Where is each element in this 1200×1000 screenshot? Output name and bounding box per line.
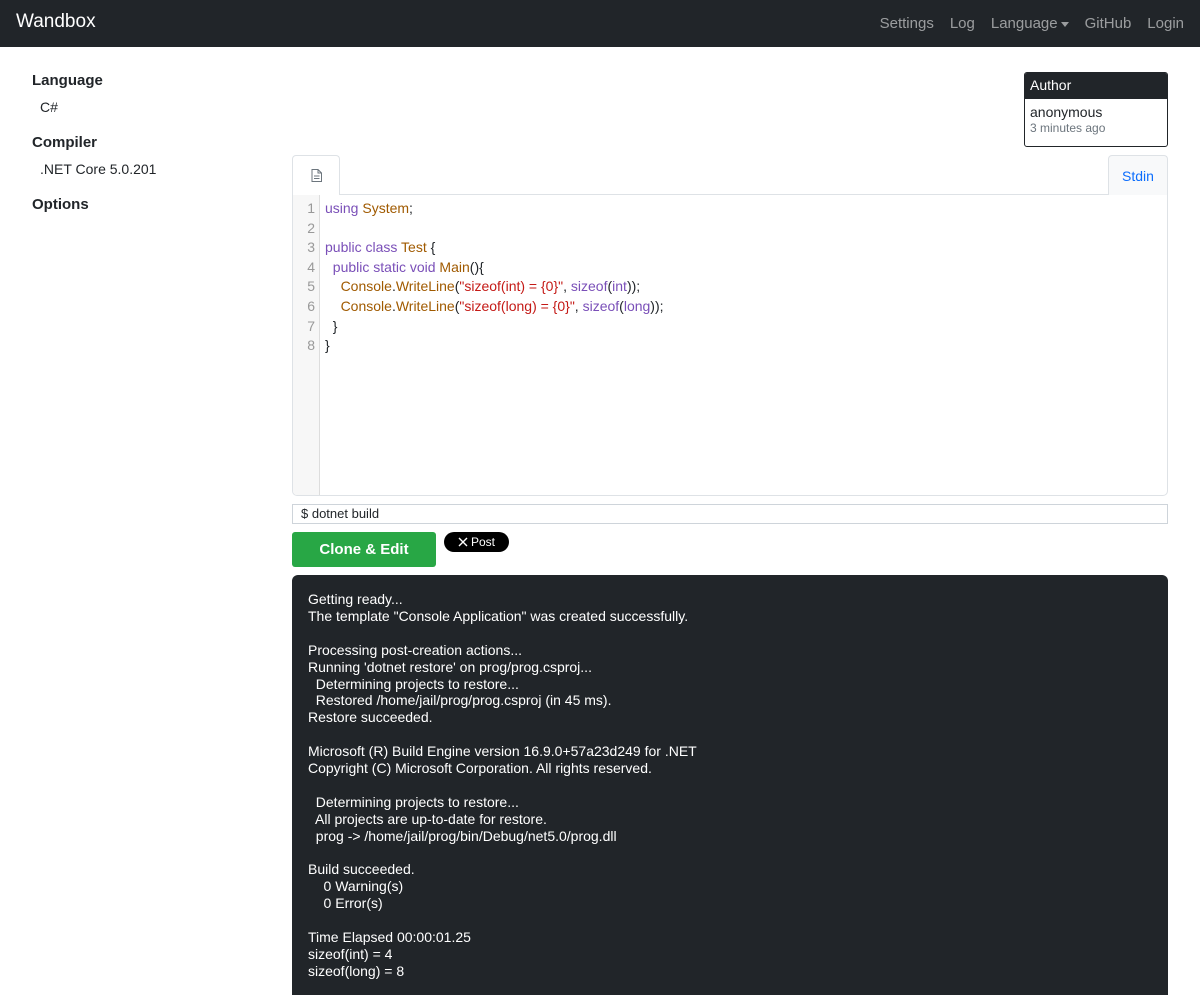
nav-login[interactable]: Login (1139, 15, 1192, 32)
compiler-value[interactable]: .NET Core 5.0.201 (40, 161, 156, 177)
output-line: 0 Warning(s) (308, 878, 404, 895)
output-line: Microsoft (R) Build Engine version 16.9.… (308, 743, 697, 760)
code-editor: Stdin 1 2 3 4 5 6 7 8 using System; publ… (292, 155, 1168, 496)
code-line: Console.WriteLine("sizeof(int) = {0}", s… (340, 278, 641, 294)
output-line: Processing post-creation actions... (308, 641, 522, 658)
tab-stdin[interactable]: Stdin (1108, 155, 1168, 195)
output-line: Getting ready... (308, 591, 403, 607)
line-number: 7 (307, 318, 315, 334)
output-line: Restored /home/jail/prog/prog.csproj (in… (308, 692, 612, 709)
author-card: Author anonymous 3 minutes ago (1024, 72, 1168, 147)
command-line: $ dotnet build (292, 504, 1168, 524)
language-heading: Language (32, 72, 103, 89)
navbar: Wandbox Settings Log Language GitHub Log… (0, 0, 1200, 47)
author-time: 3 minutes ago (1030, 121, 1106, 135)
output-line: 0 Error(s) (308, 895, 383, 912)
output-line: All projects are up-to-date for restore. (308, 810, 547, 827)
output-lines: Getting ready... The template "Console Ap… (308, 591, 1152, 980)
post-button[interactable]: Post (444, 532, 509, 552)
output-line: Determining projects to restore... (308, 793, 519, 810)
code-line: public static void Main(){ (332, 259, 484, 275)
compiler-heading: Compiler (32, 134, 98, 151)
language-value[interactable]: C# (40, 99, 58, 115)
output-line: prog -> /home/jail/prog/bin/Debug/net5.0… (308, 827, 617, 844)
caret-down-icon (1060, 21, 1069, 27)
nav-log[interactable]: Log (942, 15, 983, 32)
author-heading: Author (1025, 73, 1167, 99)
file-icon (311, 169, 322, 182)
nav-language-dropdown[interactable]: Language (983, 15, 1077, 32)
clone-edit-button[interactable]: Clone & Edit (292, 532, 436, 567)
output-line: Running 'dotnet restore' on prog/prog.cs… (308, 658, 592, 675)
output-bottom-edge (292, 995, 1168, 1000)
post-label: Post (470, 535, 495, 549)
line-number: 6 (307, 298, 315, 314)
line-number-gutter: 1 2 3 4 5 6 7 8 (293, 195, 320, 495)
line-number: 4 (307, 259, 315, 275)
nav-settings[interactable]: Settings (872, 15, 942, 32)
nav-language-label: Language (990, 15, 1058, 32)
code-line: } (325, 318, 338, 334)
output-line: Copyright (C) Microsoft Corporation. All… (308, 760, 652, 777)
line-number: 2 (307, 220, 315, 236)
line-number: 8 (307, 337, 315, 353)
tab-source-file[interactable] (292, 155, 340, 195)
line-number: 1 (307, 200, 315, 216)
nav-github[interactable]: GitHub (1077, 15, 1140, 32)
output-line: Restore succeeded. (308, 709, 433, 726)
options-heading: Options (32, 196, 89, 213)
code-line: } (325, 337, 330, 353)
x-logo-icon (458, 537, 468, 547)
nav-links: Settings Log Language GitHub Login (872, 0, 1192, 47)
output-line: Build succeeded. (308, 861, 415, 878)
output-line: Time Elapsed 00:00:01.25 (308, 929, 471, 946)
line-number: 3 (307, 239, 315, 255)
editor-body[interactable]: 1 2 3 4 5 6 7 8 using System; public cla… (292, 194, 1168, 496)
output-line: sizeof(long) = 8 (308, 962, 405, 979)
output-line: Determining projects to restore... (308, 675, 519, 692)
output-line: The template "Console Application" was c… (308, 607, 689, 624)
author-name: anonymous (1030, 104, 1103, 120)
code-line: Console.WriteLine("sizeof(long) = {0}", … (340, 298, 664, 314)
line-number: 5 (307, 278, 315, 294)
code-line: public class Test { (325, 239, 436, 255)
output-panel: Getting ready... The template "Console Ap… (292, 575, 1168, 1000)
brand-link[interactable]: Wandbox (16, 11, 96, 33)
code-line: using System; (325, 200, 413, 216)
output-line: sizeof(int) = 4 (308, 945, 393, 962)
